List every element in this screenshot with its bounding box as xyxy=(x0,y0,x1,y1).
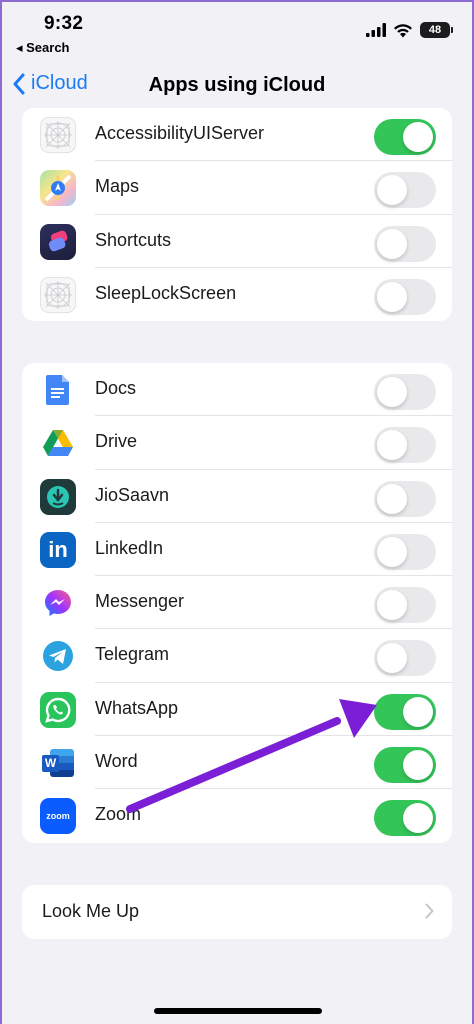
app-label: Messenger xyxy=(95,591,185,612)
accessibility-placeholder-icon xyxy=(40,117,76,153)
app-row-drive: Drive xyxy=(22,416,452,470)
app-row-whatsapp: WhatsApp xyxy=(22,683,452,737)
icloud-toggle-accessibilityuiserver[interactable] xyxy=(374,119,436,155)
toggle-knob xyxy=(377,175,407,206)
zoom-icon-text: zoom xyxy=(46,811,70,822)
app-label: Telegram xyxy=(95,644,170,665)
icloud-toggle-maps[interactable] xyxy=(374,172,436,209)
app-label: Zoom xyxy=(95,804,142,825)
app-row-maps: Maps xyxy=(22,161,452,215)
icloud-toggle-zoom[interactable] xyxy=(374,800,436,837)
toggle-knob xyxy=(403,750,433,781)
toggle-knob xyxy=(403,803,433,834)
app-row-docs: Docs xyxy=(22,363,452,417)
toggle-knob xyxy=(377,430,407,461)
app-row-sleeplockscreen: SleepLockScreen xyxy=(22,268,452,321)
app-row-zoom: zoom Zoom xyxy=(22,789,452,842)
app-label: Word xyxy=(95,751,138,772)
app-row-accessibilityuiserver: AccessibilityUIServer xyxy=(22,108,452,162)
icloud-toggle-linkedin[interactable] xyxy=(374,533,436,570)
look-me-up-label: Look Me Up xyxy=(42,901,140,921)
toggle-knob xyxy=(403,696,433,727)
icloud-toggle-whatsapp[interactable] xyxy=(374,693,436,730)
battery-indicator: 48 xyxy=(420,22,453,38)
zoom-icon: zoom xyxy=(40,798,76,835)
app-label: SleepLockScreen xyxy=(95,282,237,303)
look-me-up-row[interactable]: Look Me Up xyxy=(22,885,452,939)
app-label: WhatsApp xyxy=(95,697,179,718)
messenger-icon xyxy=(40,585,76,622)
icloud-toggle-drive[interactable] xyxy=(374,427,436,464)
telegram-icon xyxy=(40,638,76,675)
cellular-signal-icon xyxy=(366,23,386,37)
apps-group-third-party: Docs Drive JioSaavn in LinkedIn Messenge… xyxy=(22,363,452,843)
linkedin-icon: in xyxy=(40,531,76,568)
status-icons: 48 xyxy=(366,22,453,38)
icloud-toggle-shortcuts[interactable] xyxy=(374,225,436,262)
app-label: AccessibilityUIServer xyxy=(95,123,265,143)
app-label: Drive xyxy=(95,431,138,452)
jiosaavn-icon xyxy=(40,478,76,515)
maps-icon xyxy=(40,170,76,207)
word-icon: W xyxy=(40,745,76,782)
linkedin-icon-text: in xyxy=(48,536,68,562)
app-label: Maps xyxy=(95,176,140,197)
whatsapp-icon xyxy=(40,691,76,728)
app-label: LinkedIn xyxy=(95,537,164,558)
home-indicator[interactable] xyxy=(154,1008,322,1014)
icloud-toggle-messenger[interactable] xyxy=(374,587,436,624)
app-row-messenger: Messenger xyxy=(22,576,452,630)
chevron-right-icon xyxy=(425,903,434,919)
word-icon-letter: W xyxy=(42,755,59,773)
shortcuts-icon xyxy=(40,223,76,260)
app-row-linkedin: in LinkedIn xyxy=(22,523,452,577)
app-label: JioSaavn xyxy=(95,484,170,505)
icloud-toggle-sleeplockscreen[interactable] xyxy=(374,278,436,315)
apps-group-system: AccessibilityUIServer Maps Shortcuts Sle… xyxy=(22,108,452,321)
wifi-icon xyxy=(394,23,412,37)
google-docs-icon xyxy=(40,372,76,408)
toggle-knob xyxy=(377,228,407,259)
google-drive-icon xyxy=(40,425,76,462)
back-to-app-link[interactable]: ◂ Search xyxy=(16,40,70,56)
icloud-toggle-word[interactable] xyxy=(374,747,436,784)
status-time: 9:32 xyxy=(44,13,84,34)
app-row-shortcuts: Shortcuts xyxy=(22,215,452,268)
icloud-toggle-docs[interactable] xyxy=(374,374,436,410)
app-label: Shortcuts xyxy=(95,229,172,250)
icloud-toggle-telegram[interactable] xyxy=(374,640,436,677)
page-title: Apps using iCloud xyxy=(148,74,326,96)
app-row-jiosaavn: JioSaavn xyxy=(22,470,452,523)
toggle-knob xyxy=(377,377,407,407)
navigation-bar: iCloud Apps using iCloud xyxy=(2,64,472,110)
app-row-telegram: Telegram xyxy=(22,629,452,683)
status-bar: 9:32 ◂ Search 48 xyxy=(2,2,472,62)
app-label: Docs xyxy=(95,378,137,398)
toggle-knob xyxy=(377,536,407,567)
icloud-toggle-jiosaavn[interactable] xyxy=(374,480,436,517)
toggle-knob xyxy=(377,643,407,674)
toggle-knob xyxy=(377,590,407,621)
toggle-knob xyxy=(403,122,433,152)
toggle-knob xyxy=(377,483,407,514)
app-row-word: W Word xyxy=(22,736,452,790)
toggle-knob xyxy=(377,281,407,312)
sleeplock-placeholder-icon xyxy=(40,276,76,313)
